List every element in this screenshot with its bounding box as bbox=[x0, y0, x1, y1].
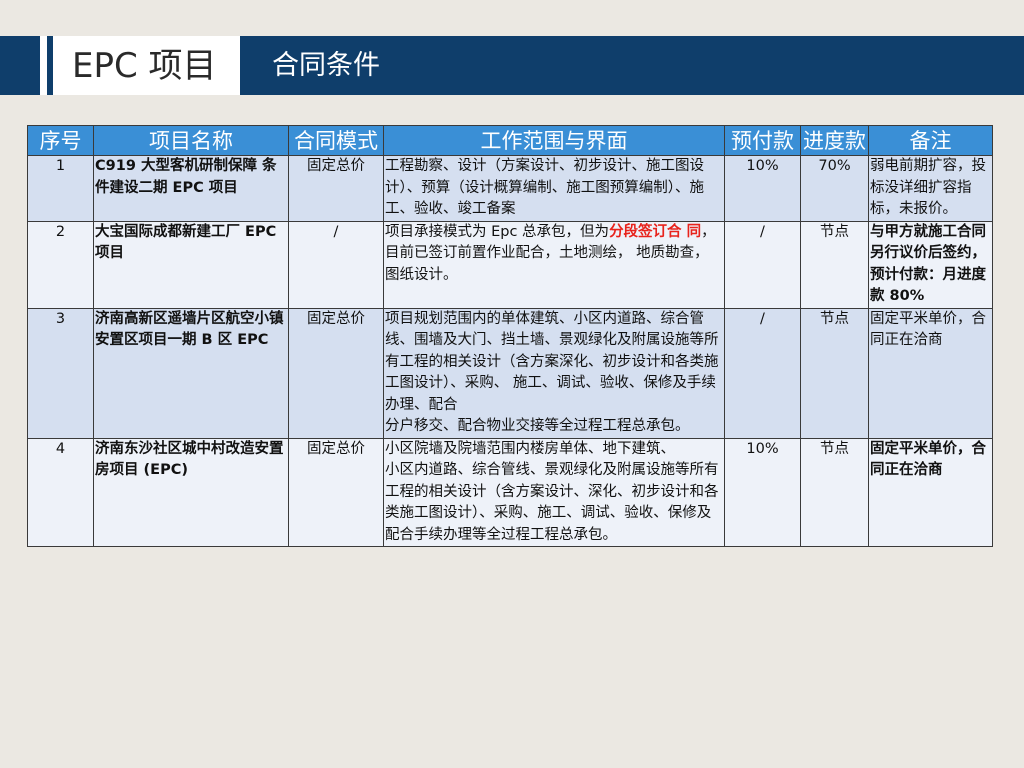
cell-mode: 固定总价 bbox=[288, 437, 384, 547]
col-header-advance: 预付款 bbox=[724, 125, 801, 156]
slide-subtitle: 合同条件 bbox=[272, 50, 380, 81]
cell-mode: / bbox=[288, 220, 384, 309]
cell-no: 2 bbox=[27, 220, 94, 309]
cell-progress: 节点 bbox=[800, 437, 869, 547]
col-header-progress: 进度款 bbox=[800, 125, 869, 156]
col-header-remark: 备注 bbox=[868, 125, 993, 156]
cell-no: 3 bbox=[27, 307, 94, 439]
table-row: 3 济南高新区遥墙片区航空小镇安置区项目一期 B 区 EPC 固定总价 项目规划… bbox=[27, 307, 993, 439]
scope-highlight: 分段签订合 同 bbox=[609, 223, 702, 240]
header-accent-bar bbox=[0, 36, 40, 95]
header-banner: 合同条件 bbox=[240, 36, 1024, 95]
cell-name: 济南高新区遥墙片区航空小镇安置区项目一期 B 区 EPC bbox=[93, 307, 289, 439]
scope-line: 项目规划范围内的单体建筑、小区内道路、综合管线、围墙及大门、挡土墙、景观绿化及附… bbox=[385, 310, 719, 413]
scope-line: 小区内道路、综合管线、景观绿化及附属设施等所有工程的相关设计（含方案设计、深化、… bbox=[385, 462, 719, 543]
cell-remark: 与甲方就施工合同另行议价后签约，预计付款：月进度款 80% bbox=[868, 220, 993, 309]
col-header-scope: 工作范围与界面 bbox=[383, 125, 725, 156]
slide-title: EPC 项目 bbox=[72, 46, 217, 86]
cell-name: C919 大型客机研制保障 条件建设二期 EPC 项目 bbox=[93, 155, 289, 222]
cell-scope: 工程勘察、设计（方案设计、初步设计、施工图设计）、预算（设计概算编制、施工图预算… bbox=[383, 155, 725, 222]
cell-scope: 小区院墙及院墙范围内楼房单体、地下建筑、小区内道路、综合管线、景观绿化及附属设施… bbox=[383, 437, 725, 547]
cell-advance: / bbox=[724, 220, 801, 309]
cell-progress: 节点 bbox=[800, 307, 869, 439]
col-header-mode: 合同模式 bbox=[288, 125, 384, 156]
slide-header: EPC 项目 合同条件 bbox=[0, 36, 1024, 95]
scope-line: 小区院墙及院墙范围内楼房单体、地下建筑、 bbox=[385, 440, 675, 457]
cell-advance: / bbox=[724, 307, 801, 439]
table-row: 2 大宝国际成都新建工厂 EPC 项目 / 项目承接模式为 Epc 总承包，但为… bbox=[27, 220, 993, 309]
cell-remark: 弱电前期扩容，投标没详细扩容指标，未报价。 bbox=[868, 155, 993, 222]
cell-remark: 固定平米单价，合同正在洽商 bbox=[868, 437, 993, 547]
header-accent-stripe bbox=[47, 36, 53, 95]
col-header-name: 项目名称 bbox=[93, 125, 289, 156]
table-row: 1 C919 大型客机研制保障 条件建设二期 EPC 项目 固定总价 工程勘察、… bbox=[27, 155, 993, 222]
table-header-row: 序号 项目名称 合同模式 工作范围与界面 预付款 进度款 备注 bbox=[27, 125, 993, 156]
cell-advance: 10% bbox=[724, 155, 801, 222]
cell-scope: 项目承接模式为 Epc 总承包，但为分段签订合 同，目前已签订前置作业配合，土地… bbox=[383, 220, 725, 309]
cell-advance: 10% bbox=[724, 437, 801, 547]
cell-progress: 70% bbox=[800, 155, 869, 222]
scope-text-pre: 项目承接模式为 Epc 总承包，但为 bbox=[385, 223, 610, 240]
cell-progress: 节点 bbox=[800, 220, 869, 309]
cell-name: 济南东沙社区城中村改造安置房项目 (EPC) bbox=[93, 437, 289, 547]
cell-name: 大宝国际成都新建工厂 EPC 项目 bbox=[93, 220, 289, 309]
contract-table: 序号 项目名称 合同模式 工作范围与界面 预付款 进度款 备注 1 C919 大… bbox=[27, 125, 993, 547]
cell-no: 4 bbox=[27, 437, 94, 547]
cell-no: 1 bbox=[27, 155, 94, 222]
cell-mode: 固定总价 bbox=[288, 155, 384, 222]
cell-scope: 项目规划范围内的单体建筑、小区内道路、综合管线、围墙及大门、挡土墙、景观绿化及附… bbox=[383, 307, 725, 439]
col-header-no: 序号 bbox=[27, 125, 94, 156]
scope-line: 分户移交、配合物业交接等全过程工程总承包。 bbox=[385, 418, 690, 434]
cell-mode: 固定总价 bbox=[288, 307, 384, 439]
cell-remark: 固定平米单价，合同正在洽商 bbox=[868, 307, 993, 439]
table-row: 4 济南东沙社区城中村改造安置房项目 (EPC) 固定总价 小区院墙及院墙范围内… bbox=[27, 437, 993, 547]
